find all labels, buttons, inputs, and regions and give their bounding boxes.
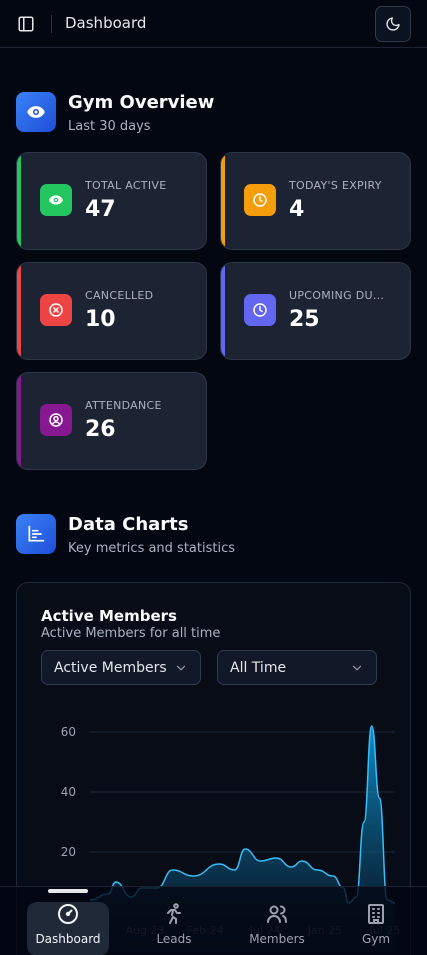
nav-item-gym[interactable]: Gym <box>335 902 417 955</box>
nav-item-leads[interactable]: Leads <box>133 902 215 955</box>
nav-label: Gym <box>361 932 391 946</box>
y-tick-label: 40 <box>61 785 76 799</box>
gauge-icon <box>58 904 78 924</box>
nav-label: Members <box>249 932 305 946</box>
running-person-icon <box>167 903 181 924</box>
users-icon <box>267 905 287 923</box>
active-nav-indicator <box>48 889 88 893</box>
nav-item-dashboard[interactable]: Dashboard <box>27 902 109 955</box>
y-tick-label: 20 <box>61 845 76 859</box>
active-members-chart: 204060 Jul 23Aug 23Feb 24Jul 24Jan 25Jul… <box>61 725 400 952</box>
nav-label: Dashboard <box>35 932 101 946</box>
y-tick-label: 60 <box>61 725 76 739</box>
building-icon <box>368 904 384 924</box>
nav-label: Leads <box>156 932 192 946</box>
nav-item-members[interactable]: Members <box>236 902 318 955</box>
bottom-nav: Dashboard Leads Members Gym <box>0 886 427 955</box>
